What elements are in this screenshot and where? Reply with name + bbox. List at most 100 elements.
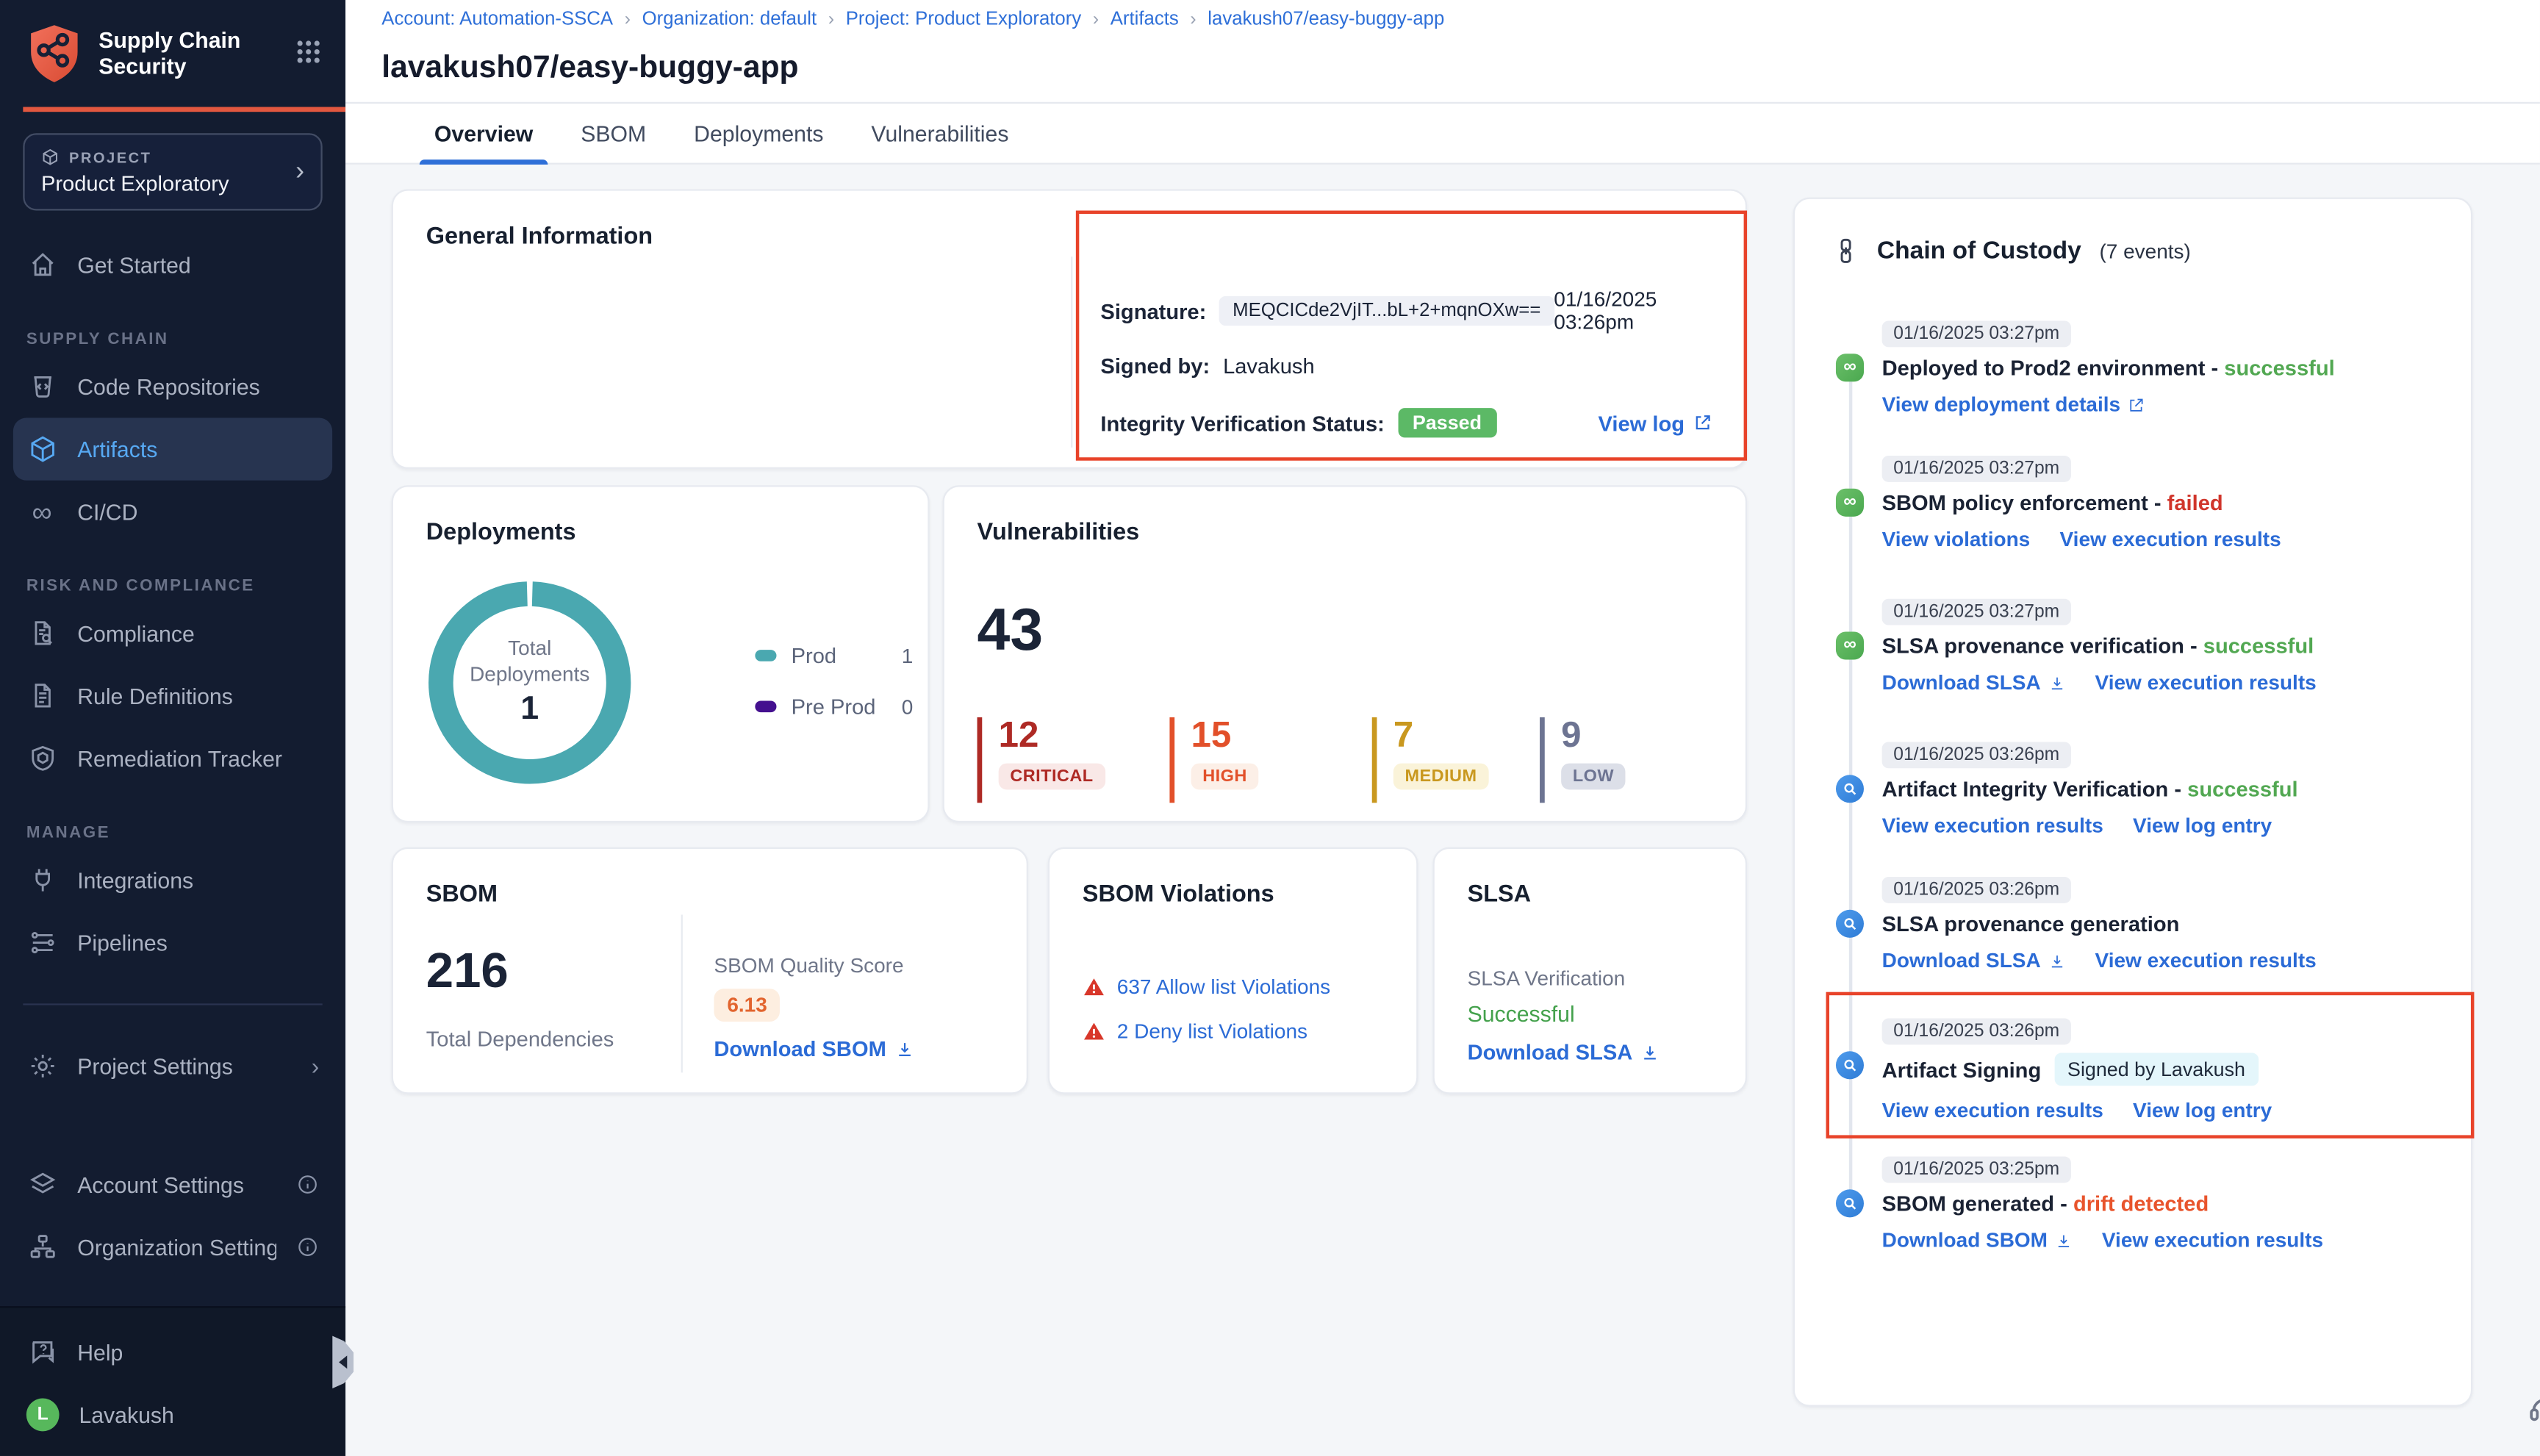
event-title: SBOM generated - drift detected: [1882, 1191, 2209, 1216]
legend-row-pre-prod[interactable]: Pre Prod0: [755, 692, 913, 720]
sidebar-item-account-settings[interactable]: Account Settings: [13, 1153, 332, 1216]
breadcrumb-separator: ›: [625, 10, 631, 29]
sidebar-section-supply-chain: SUPPLY CHAIN: [0, 296, 345, 356]
event-link-view-log-entry[interactable]: View log entry: [2133, 1099, 2272, 1122]
event-link-download-sbom[interactable]: Download SBOM: [1882, 1229, 2073, 1252]
topbar: Account: Automation-SSCA › Organization: d…: [345, 0, 2540, 165]
tab-sbom[interactable]: SBOM: [576, 104, 651, 165]
sidebar-item-get-started[interactable]: Get Started: [13, 234, 332, 296]
sidebar-collapse-handle[interactable]: [332, 1335, 354, 1388]
info-icon: [296, 1236, 319, 1258]
warning-icon: [1083, 975, 1105, 998]
breadcrumb-item-organization[interactable]: Organization: default: [642, 10, 817, 29]
sidebar-item-remediation-tracker[interactable]: Remediation Tracker: [13, 727, 332, 789]
sidebar-item-ci-cd[interactable]: ∞ CI/CD: [13, 481, 332, 543]
severity-count: 15: [1191, 717, 1259, 753]
app-grid-icon[interactable]: [296, 40, 321, 65]
sidebar-item-compliance[interactable]: Compliance: [13, 602, 332, 664]
legend-label: Prod: [792, 643, 902, 668]
event-status: successful: [2224, 355, 2334, 380]
sidebar-item-organization-settings[interactable]: Organization Settings: [13, 1216, 332, 1278]
event-title-row: SLSA provenance generation: [1882, 911, 2448, 936]
event-link-view-execution-results[interactable]: View execution results: [2060, 528, 2281, 551]
breadcrumb-separator: ›: [1190, 10, 1196, 29]
event-title: SLSA provenance generation: [1882, 911, 2180, 936]
sidebar-item-integrations[interactable]: Integrations: [13, 849, 332, 911]
event-title: Artifact Signing: [1882, 1057, 2042, 1082]
event-link-download-slsa[interactable]: Download SLSA: [1882, 949, 2066, 972]
severity-critical: 12CRITICAL: [977, 717, 1105, 803]
event-status: failed: [2167, 490, 2223, 515]
event-link-view-execution-results[interactable]: View execution results: [1882, 814, 2103, 837]
brand-shield-icon: [26, 23, 82, 85]
breadcrumb-item-account[interactable]: Account: Automation-SSCA: [381, 10, 613, 29]
tab-vulnerabilities[interactable]: Vulnerabilities: [867, 104, 1014, 165]
signature-value[interactable]: MEQCICde2VjIT...bL+2+mqnOXw==: [1219, 296, 1554, 326]
warning-icon: [1083, 1020, 1105, 1043]
deployments-donut-chart: Total Deployments 1: [423, 575, 636, 789]
event-timestamp: 01/16/2025 03:27pm: [1882, 599, 2071, 625]
event-link-view-execution-results[interactable]: View execution results: [2095, 949, 2317, 972]
severity-badge: HIGH: [1191, 764, 1259, 790]
breadcrumb-item-lavakush07-easy-buggy-app[interactable]: lavakush07/easy-buggy-app: [1208, 10, 1444, 29]
event-link-view-log-entry[interactable]: View log entry: [2133, 814, 2272, 837]
brand-accent-rule: [23, 107, 345, 112]
sidebar-item-help[interactable]: Help: [13, 1321, 332, 1383]
signature-row: Signature: MEQCICde2VjIT...bL+2+mqnOXw==…: [1100, 293, 1712, 329]
integrity-label: Integrity Verification Status:: [1100, 410, 1384, 435]
breadcrumb-item-project[interactable]: Project: Product Exploratory: [846, 10, 1081, 29]
severity-count: 7: [1393, 717, 1488, 753]
support-headset-icon[interactable]: [2527, 1390, 2540, 1426]
signature-section: Signature: MEQCICde2VjIT...bL+2+mqnOXw==…: [1100, 293, 1712, 459]
infinity-icon: ∞: [26, 496, 58, 528]
signature-timestamp: 01/16/2025 03:26pm: [1554, 288, 1712, 334]
page-title: lavakush07/easy-buggy-app: [381, 51, 798, 87]
download-slsa-link[interactable]: Download SLSA: [1468, 1040, 1661, 1065]
sidebar-item-rule-definitions[interactable]: Rule Definitions: [13, 664, 332, 727]
tab-overview[interactable]: Overview: [429, 104, 538, 165]
download-icon: [1640, 1042, 1660, 1062]
scan-event-icon: [1836, 1051, 1864, 1079]
event-link-view-deployment-details[interactable]: View deployment details: [1882, 393, 2145, 416]
violation-link-637-allow-list-violations[interactable]: 637 Allow list Violations: [1117, 975, 1330, 998]
sidebar-header: Supply Chain Security: [0, 0, 345, 85]
violation-row: 2 Deny list Violations: [1083, 1019, 1330, 1045]
general-info-divider: [1071, 257, 1072, 448]
sidebar-item-label: CI/CD: [77, 499, 319, 524]
event-link-view-execution-results[interactable]: View execution results: [2102, 1229, 2323, 1252]
sidebar-item-user[interactable]: L Lavakush: [13, 1383, 332, 1446]
vulnerabilities-title: Vulnerabilities: [977, 520, 1140, 546]
severity-high: 15 HIGH: [1169, 717, 1258, 803]
event-links: Download SLSA View execution results: [1882, 671, 2448, 694]
sidebar-item-label: Compliance: [77, 621, 319, 646]
sidebar-item-artifacts[interactable]: Artifacts: [13, 418, 332, 481]
project-selector[interactable]: PROJECT Product Exploratory ›: [23, 133, 322, 210]
sidebar-item-code-repositories[interactable]: Code Repositories: [13, 355, 332, 417]
tab-deployments[interactable]: Deployments: [689, 104, 828, 165]
download-sbom-link[interactable]: Download SBOM: [714, 1036, 914, 1061]
sbom-divider: [681, 914, 683, 1072]
legend-row-prod[interactable]: Prod1: [755, 642, 913, 670]
event-link-view-execution-results[interactable]: View execution results: [2095, 671, 2317, 694]
external-icon: [2127, 395, 2145, 414]
gear-icon: [26, 1050, 58, 1082]
event-link-view-violations[interactable]: View violations: [1882, 528, 2031, 551]
cicd-event-icon: ∞: [1836, 354, 1864, 381]
signed-by-value: Lavakush: [1223, 353, 1315, 378]
project-box-icon: [41, 148, 60, 166]
event-links: Download SBOM View execution results: [1882, 1229, 2448, 1252]
event-link-download-slsa[interactable]: Download SLSA: [1882, 671, 2066, 694]
sidebar-item-project-settings[interactable]: Project Settings›: [13, 1035, 332, 1097]
sbom-total-label: Total Dependencies: [426, 1027, 614, 1052]
violation-link-2-deny-list-violations[interactable]: 2 Deny list Violations: [1117, 1020, 1307, 1043]
sbom-violations-rows: 637 Allow list Violations 2 Deny list Vio…: [1083, 974, 1330, 1063]
cicd-event-icon: ∞: [1836, 632, 1864, 660]
breadcrumb-item-artifacts[interactable]: Artifacts: [1111, 10, 1179, 29]
chevron-right-icon: ›: [295, 159, 304, 185]
event-link-view-execution-results[interactable]: View execution results: [1882, 1099, 2103, 1122]
view-log-link[interactable]: View log: [1599, 410, 1713, 435]
sidebar-item-pipelines[interactable]: Pipelines: [13, 911, 332, 974]
help-chat-icon: [26, 1337, 58, 1369]
event-status: drift detected: [2073, 1191, 2209, 1216]
signed-by-row: Signed by: Lavakush: [1100, 347, 1712, 383]
